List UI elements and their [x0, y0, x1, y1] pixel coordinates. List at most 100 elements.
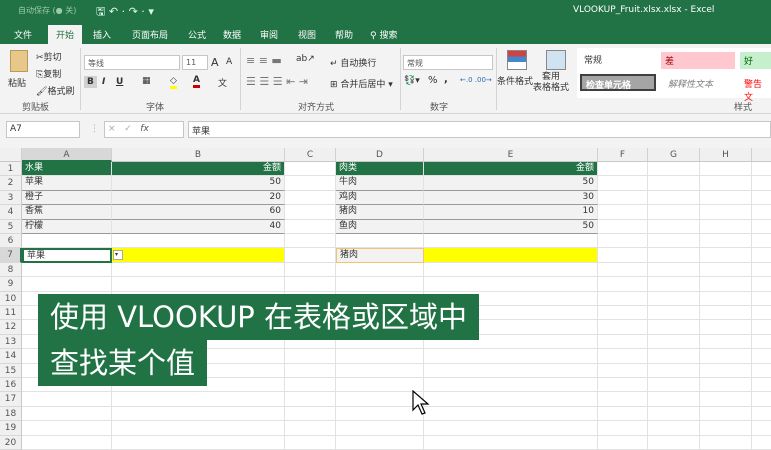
- cell[interactable]: [598, 262, 648, 278]
- cell[interactable]: [598, 406, 648, 422]
- cell[interactable]: [700, 320, 752, 335]
- cell[interactable]: [112, 277, 285, 292]
- cell[interactable]: [22, 421, 112, 436]
- style-good[interactable]: 好: [740, 52, 771, 69]
- cell[interactable]: [598, 205, 648, 220]
- row-header-10[interactable]: 10: [0, 291, 22, 306]
- cell[interactable]: [700, 435, 752, 450]
- name-box[interactable]: A7: [6, 121, 80, 138]
- cell[interactable]: [648, 162, 700, 177]
- row-header-19[interactable]: 19: [0, 421, 22, 436]
- cell[interactable]: [700, 378, 752, 393]
- font-color-button[interactable]: A: [193, 75, 200, 88]
- shrink-font-button[interactable]: A: [226, 57, 232, 67]
- cell[interactable]: [112, 262, 285, 278]
- cell[interactable]: [752, 162, 771, 177]
- row-header-18[interactable]: 18: [0, 406, 22, 422]
- cell[interactable]: [285, 176, 336, 191]
- tab-view[interactable]: 视图: [290, 25, 324, 44]
- cell[interactable]: [336, 378, 424, 393]
- cell[interactable]: [752, 191, 771, 206]
- cut-button[interactable]: ✂剪切: [36, 50, 62, 63]
- table-cell-amount[interactable]: 60: [112, 205, 285, 220]
- table-cell-name[interactable]: 猪肉: [336, 205, 424, 220]
- cell[interactable]: [285, 392, 336, 407]
- cell[interactable]: [598, 392, 648, 407]
- cell[interactable]: [598, 363, 648, 378]
- table-cell-amount[interactable]: 50: [424, 219, 598, 234]
- cell[interactable]: [112, 234, 285, 249]
- column-header-f[interactable]: F: [598, 148, 648, 162]
- cell[interactable]: [336, 392, 424, 407]
- style-check-cell[interactable]: 检查单元格: [580, 74, 656, 91]
- cell[interactable]: [598, 378, 648, 393]
- cell[interactable]: [752, 392, 771, 407]
- cell[interactable]: [598, 248, 648, 263]
- cell[interactable]: [424, 277, 598, 292]
- cell[interactable]: [752, 349, 771, 364]
- align-top-icon[interactable]: ≡ ≡ ▬: [246, 54, 282, 67]
- cell[interactable]: [700, 291, 752, 306]
- lookup-cell-d7[interactable]: 猪肉: [336, 248, 424, 263]
- cell[interactable]: [112, 435, 285, 450]
- cell[interactable]: [700, 205, 752, 220]
- cell[interactable]: [648, 262, 700, 278]
- cell[interactable]: [648, 190, 700, 206]
- cell[interactable]: [648, 277, 700, 292]
- cell[interactable]: [752, 306, 771, 321]
- underline-button[interactable]: U: [116, 77, 123, 87]
- formula-input[interactable]: 苹果: [188, 121, 771, 138]
- bold-button[interactable]: B: [84, 76, 97, 88]
- table-cell-name[interactable]: 香蕉: [22, 205, 112, 220]
- cell[interactable]: [598, 277, 648, 292]
- cell[interactable]: [648, 306, 700, 321]
- row-header-7[interactable]: 7: [0, 248, 22, 263]
- enter-icon[interactable]: ✓: [124, 124, 132, 134]
- cell[interactable]: [285, 421, 336, 436]
- cell[interactable]: [336, 277, 424, 292]
- cell[interactable]: [598, 291, 648, 306]
- cell[interactable]: [700, 349, 752, 364]
- cell[interactable]: [112, 406, 285, 422]
- cell[interactable]: [700, 277, 752, 292]
- cell[interactable]: [598, 334, 648, 350]
- table-cell-name[interactable]: 柠檬: [22, 219, 112, 234]
- cell[interactable]: [598, 162, 648, 177]
- result-cell-b7[interactable]: [112, 248, 285, 263]
- row-header-2[interactable]: 2: [0, 176, 22, 191]
- borders-icon[interactable]: ▦: [142, 76, 151, 86]
- row-header-12[interactable]: 12: [0, 320, 22, 335]
- cell[interactable]: [424, 234, 598, 249]
- cell[interactable]: [598, 219, 648, 234]
- cell[interactable]: [424, 392, 598, 407]
- cell[interactable]: [598, 349, 648, 364]
- cell[interactable]: [700, 392, 752, 407]
- phonetic-icon[interactable]: 文: [218, 76, 227, 89]
- cell[interactable]: [648, 363, 700, 378]
- format-as-table-button[interactable]: 套用 表格格式: [533, 72, 569, 94]
- row-header-4[interactable]: 4: [0, 205, 22, 220]
- select-all-corner[interactable]: [0, 148, 22, 162]
- cell[interactable]: [648, 219, 700, 234]
- cancel-icon[interactable]: ×: [108, 124, 116, 134]
- cell[interactable]: [648, 421, 700, 436]
- cell[interactable]: [424, 378, 598, 393]
- cell[interactable]: [752, 263, 771, 278]
- cell[interactable]: [700, 248, 752, 263]
- cell[interactable]: [700, 162, 752, 177]
- fill-color-icon[interactable]: ◇: [170, 76, 177, 89]
- column-header-h[interactable]: H: [700, 148, 752, 162]
- column-header-d[interactable]: D: [336, 148, 424, 162]
- cell[interactable]: [285, 262, 336, 278]
- column-header-g[interactable]: G: [648, 148, 700, 162]
- cell[interactable]: [424, 421, 598, 436]
- cell[interactable]: [752, 176, 771, 191]
- autosave-toggle[interactable]: 自动保存 (● 关): [18, 5, 76, 16]
- cell[interactable]: [752, 421, 771, 436]
- table-cell-amount[interactable]: 50: [424, 176, 598, 191]
- style-normal[interactable]: 常规: [580, 51, 606, 68]
- cell[interactable]: [752, 320, 771, 335]
- row-header-15[interactable]: 15: [0, 363, 22, 378]
- tab-review[interactable]: 审阅: [252, 25, 286, 44]
- table-header-cell[interactable]: 金额: [424, 162, 598, 177]
